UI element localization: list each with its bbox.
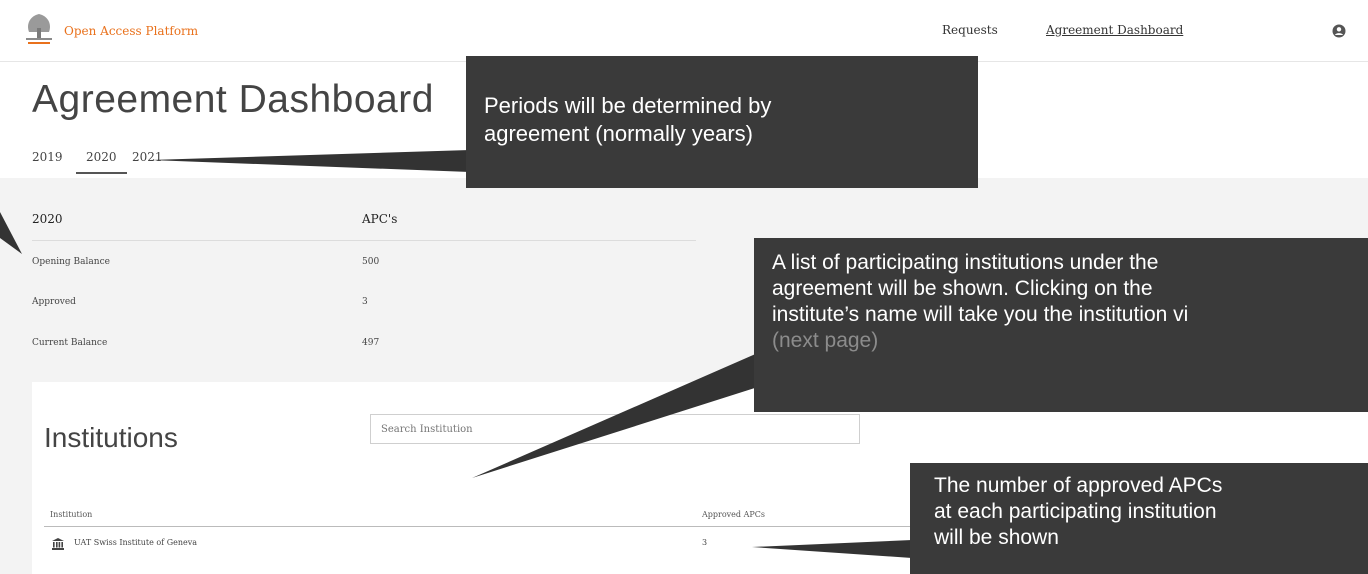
opening-balance-label: Opening Balance <box>32 257 110 267</box>
institutions-title: Institutions <box>44 422 178 453</box>
callout-count-line3: will be shown <box>934 526 1059 549</box>
callout-count-line2: at each participating institution <box>934 500 1217 523</box>
user-circle-icon[interactable] <box>1332 24 1346 38</box>
opening-balance-value: 500 <box>362 257 380 267</box>
tab-2019[interactable]: 2019 <box>32 150 63 172</box>
top-header: Open Access Platform Requests Agreement … <box>0 0 1368 62</box>
approved-apcs-value: 3 <box>702 538 708 547</box>
callout-periods-line2: agreement (normally years) <box>484 121 753 146</box>
summary-unit-header: APC's <box>362 212 398 226</box>
callout-list-line1: A list of participating institutions und… <box>772 251 1159 274</box>
column-header-institution[interactable]: Institution <box>50 510 92 519</box>
page-title: Agreement Dashboard <box>32 78 434 121</box>
callout-count-line1: The number of approved APCs <box>934 474 1223 497</box>
callout-periods: Periods will be determined by agreement … <box>466 56 978 188</box>
callout-list-line2: agreement will be shown. Clicking on the <box>772 277 1153 300</box>
column-header-approved-apcs[interactable]: Approved APCs <box>702 510 765 519</box>
search-institution-input[interactable] <box>370 414 860 444</box>
tab-2020[interactable]: 2020 <box>76 150 127 174</box>
bank-icon <box>52 538 64 550</box>
current-balance-value: 497 <box>362 338 380 348</box>
institution-name-link[interactable]: UAT Swiss Institute of Geneva <box>74 538 197 547</box>
nav-requests[interactable]: Requests <box>942 23 998 37</box>
summary-period: 2020 <box>32 212 63 226</box>
summary-divider <box>32 240 696 241</box>
nav-agreement-dashboard[interactable]: Agreement Dashboard <box>1046 23 1183 37</box>
approved-label: Approved <box>32 297 76 307</box>
callout-periods-line1: Periods will be determined by <box>484 93 772 118</box>
callout-institution-list: A list of participating institutions und… <box>754 238 1368 412</box>
current-balance-label: Current Balance <box>32 338 108 348</box>
approved-value: 3 <box>362 297 368 307</box>
callout-list-line4: (next page) <box>772 329 879 352</box>
callout-approved-count: The number of approved APCs at each part… <box>910 463 1368 574</box>
callout-list-line3: institute’s name will take you the insti… <box>772 303 1189 326</box>
app-title[interactable]: Open Access Platform <box>64 24 198 38</box>
elsevier-logo[interactable] <box>22 10 56 46</box>
arrow-to-tabs <box>150 150 470 172</box>
tab-2021[interactable]: 2021 <box>132 150 163 172</box>
